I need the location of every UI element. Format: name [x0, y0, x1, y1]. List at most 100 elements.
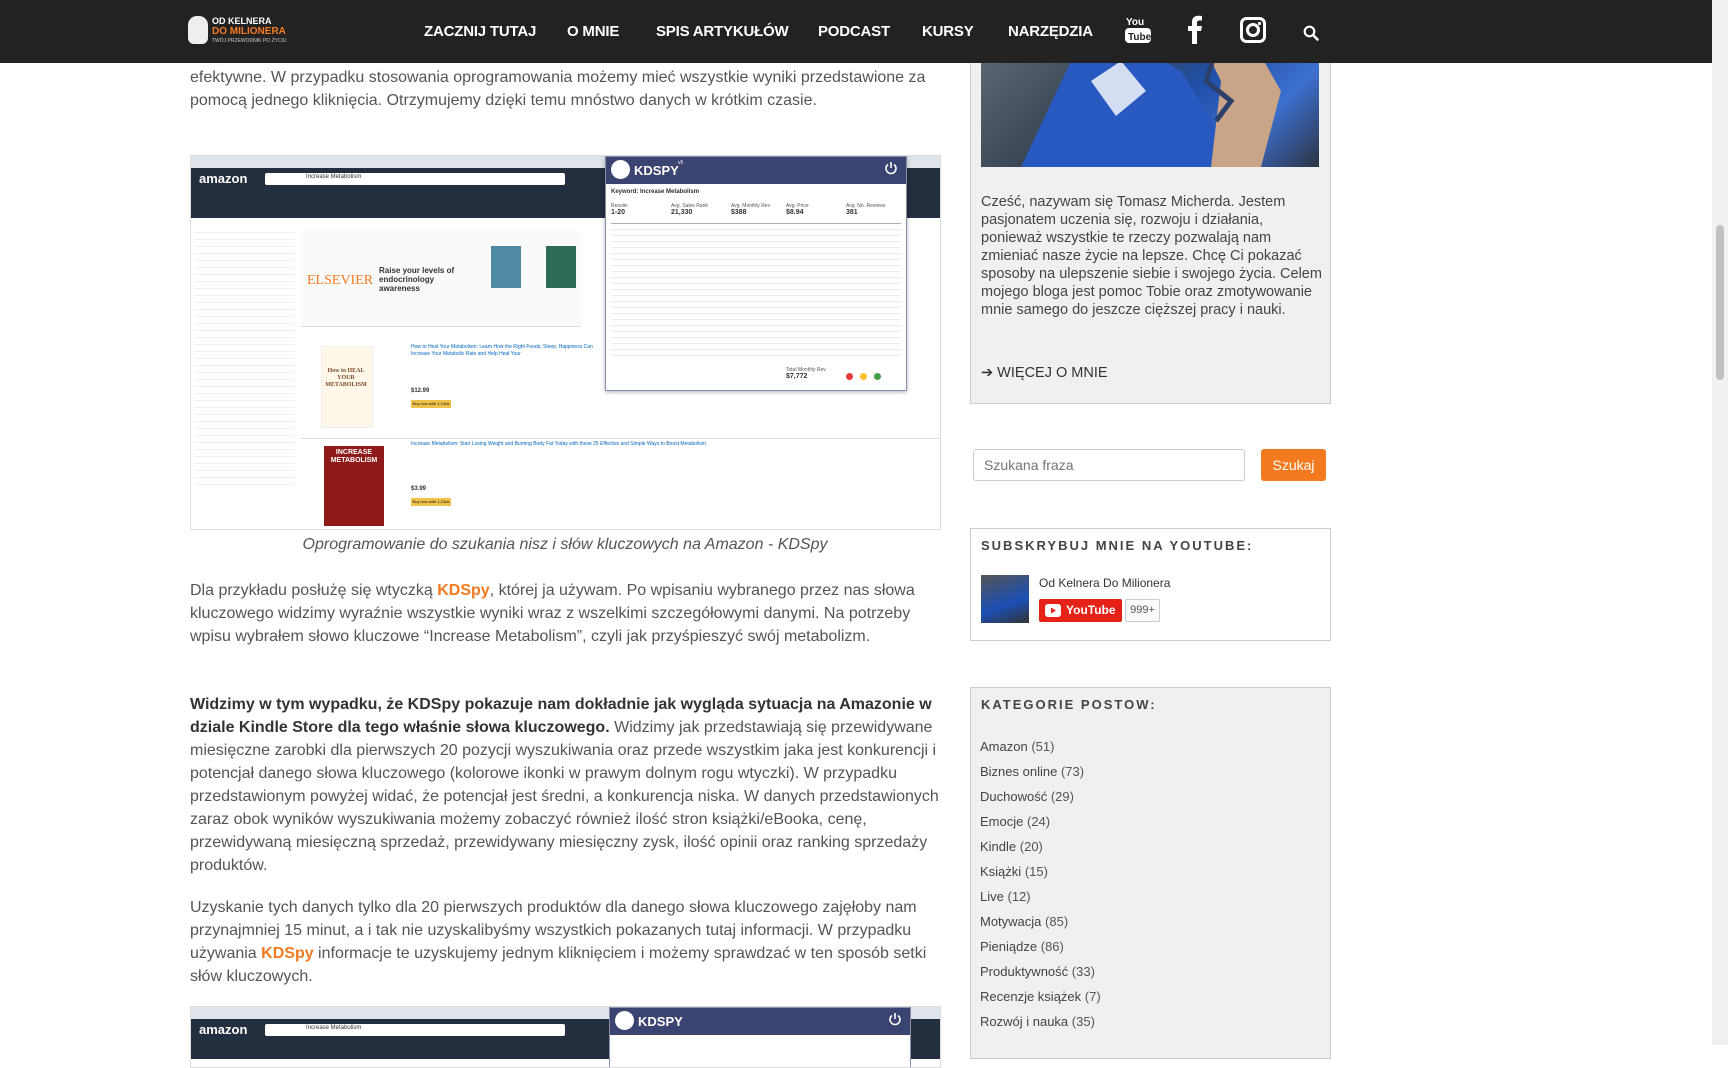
youtube-play-icon — [1045, 604, 1061, 617]
category-name[interactable]: Rozwój i nauka — [980, 1014, 1068, 1029]
kdspy-title: KDSPY — [634, 163, 679, 178]
channel-avatar[interactable] — [981, 575, 1029, 623]
logo-face-icon — [188, 16, 208, 44]
category-name[interactable]: Emocje — [980, 814, 1023, 829]
search-icon[interactable] — [1303, 25, 1319, 46]
youtube-button-label: YouTube — [1066, 603, 1116, 617]
stat-value: 1-20 — [611, 209, 626, 216]
category-name[interactable]: Amazon — [980, 739, 1028, 754]
book-price-increase-metabolism: $3.99 — [411, 486, 427, 492]
category-name[interactable]: Duchowość — [980, 789, 1047, 804]
amazon-filters-sidebar — [195, 226, 295, 486]
article-paragraph-3: Uzyskanie tych danych tylko dla 20 pierw… — [190, 896, 940, 988]
elsevier-logo: ELSEVIER — [307, 273, 374, 288]
kdspy-spy-icon — [615, 1011, 634, 1030]
category-emocje[interactable]: Emocje (24) — [980, 814, 1050, 829]
category-count: (73) — [1060, 764, 1085, 779]
page-scrollbar[interactable] — [1712, 0, 1728, 1045]
kdspy-results-table — [611, 223, 901, 356]
category-ksiazki[interactable]: Książki (15) — [980, 864, 1048, 879]
divider — [301, 438, 940, 439]
sidebar-search-input[interactable] — [973, 449, 1245, 481]
low-indicator-icon — [874, 373, 881, 380]
amazon-search-text: Increase Metabolism — [306, 1025, 362, 1031]
youtube-widget: SUBSKRYBUJ MNIE NA YOUTUBE: Od Kelnera D… — [970, 528, 1331, 641]
stat-value: $8.94 — [786, 209, 804, 216]
buy-now-button: Buy now with 1-Click — [411, 498, 451, 506]
category-name[interactable]: Produktywność — [980, 964, 1068, 979]
category-produktywnosc[interactable]: Produktywność (33) — [980, 964, 1095, 979]
kdspy-title: KDSPY — [638, 1014, 683, 1029]
elsevier-ad-text: Raise your levels of endocrinology aware… — [379, 266, 455, 293]
more-about-me-link[interactable]: ➔ WIĘCEJ O MNIE — [981, 365, 1108, 381]
category-motywacja[interactable]: Motywacja (85) — [980, 914, 1068, 929]
competition-indicator-icon — [846, 373, 853, 380]
kdspy-panel: KDSPY v5 Keyword: Increase Metabolism Re… — [605, 156, 907, 391]
stat-value: $388 — [731, 209, 747, 216]
nav-item-courses[interactable]: KURSY — [922, 23, 974, 40]
book-title-heal-metabolism: How to Heal Your Metabolism: Learn How t… — [411, 344, 593, 357]
category-count: (33) — [1071, 964, 1095, 979]
nav-item-tools[interactable]: NARZĘDZIA — [1008, 23, 1093, 40]
amazon-search-text: Increase Metabolism — [306, 174, 362, 180]
stat-value: 381 — [846, 209, 858, 216]
buy-now-button: Buy now with 1-Click — [411, 400, 451, 408]
sidebar-search-button[interactable]: Szukaj — [1261, 449, 1326, 481]
category-count: (85) — [1045, 914, 1069, 929]
category-count: (51) — [1031, 739, 1055, 754]
logo-text-top: OD KELNERA — [212, 16, 272, 26]
kdspy-link[interactable]: KDSpy — [437, 582, 489, 599]
category-pieniadze[interactable]: Pieniądze (86) — [980, 939, 1064, 954]
amazon-logo: amazon — [199, 171, 248, 186]
categories-heading: KATEGORIE POSTOW: — [981, 697, 1157, 712]
stat-value: 21,330 — [671, 209, 693, 216]
total-rev-value: $7,772 — [786, 373, 808, 380]
category-count: (29) — [1050, 789, 1074, 804]
category-live[interactable]: Live (12) — [980, 889, 1031, 904]
svg-text:Tube: Tube — [1128, 32, 1152, 43]
paragraph-text: Dla przykładu posłużę się wtyczką — [190, 582, 438, 599]
category-biznes-online[interactable]: Biznes online (73) — [980, 764, 1084, 779]
kdspy-link[interactable]: KDSpy — [261, 945, 313, 962]
article-paragraph-2: Widzimy w tym wypadku, że KDSpy pokazuje… — [190, 693, 940, 877]
category-name[interactable]: Motywacja — [980, 914, 1041, 929]
category-name[interactable]: Biznes online — [980, 764, 1057, 779]
ad-book-cover — [491, 246, 521, 288]
nav-item-start[interactable]: ZACZNIJ TUTAJ — [424, 23, 536, 40]
category-count: (12) — [1007, 889, 1031, 904]
kdspy-version: v5 — [678, 160, 684, 166]
youtube-widget-heading: SUBSKRYBUJ MNIE NA YOUTUBE: — [981, 538, 1254, 553]
category-name[interactable]: Live — [980, 889, 1004, 904]
amazon-logo: amazon — [199, 1022, 248, 1037]
kdspy-spy-icon — [611, 160, 630, 179]
nav-item-podcast[interactable]: PODCAST — [818, 23, 890, 40]
category-duchowosc[interactable]: Duchowość (29) — [980, 789, 1074, 804]
kdspy-keyword: Keyword: Increase Metabolism — [611, 189, 700, 195]
nav-item-articles[interactable]: SPIS ARTYKUŁÓW — [656, 23, 789, 40]
category-amazon[interactable]: Amazon (51) — [980, 739, 1054, 754]
kdspy-screenshot: amazon Increase Metabolism ELSEVIER Rais… — [190, 155, 941, 530]
facebook-icon[interactable] — [1186, 14, 1204, 49]
scrollbar-thumb[interactable] — [1716, 225, 1724, 380]
instagram-icon[interactable] — [1240, 17, 1266, 48]
category-rozwoj-i-nauka[interactable]: Rozwój i nauka (35) — [980, 1014, 1095, 1029]
category-count: (7) — [1084, 989, 1101, 1004]
category-name[interactable]: Recenzje książek — [980, 989, 1081, 1004]
nav-item-about[interactable]: O MNIE — [567, 23, 619, 40]
paragraph-text: Widzimy jak przedstawiają się przewidywa… — [190, 719, 939, 874]
category-name[interactable]: Książki — [980, 864, 1021, 879]
logo-text-main: DO MILIONERA — [212, 26, 286, 37]
book-cover-heal-metabolism-text: How to HEAL YOUR METABOLISM — [325, 368, 367, 388]
category-name[interactable]: Kindle — [980, 839, 1016, 854]
youtube-icon[interactable]: You Tube — [1124, 15, 1152, 50]
subscriber-count: 999+ — [1125, 599, 1160, 622]
power-icon — [888, 1012, 902, 1031]
site-logo[interactable]: OD KELNERA DO MILIONERA TWÓJ PRZEWODNIK … — [188, 14, 286, 48]
category-name[interactable]: Pieniądze — [980, 939, 1037, 954]
kdspy-screenshot-2: amazon Increase Metabolism KDSPY — [190, 1006, 941, 1068]
youtube-subscribe-button[interactable]: YouTube — [1039, 599, 1122, 622]
book-price-heal-metabolism: $12.99 — [411, 388, 430, 394]
category-recenzje-ksiazek[interactable]: Recenzje książek (7) — [980, 989, 1101, 1004]
category-count: (15) — [1024, 864, 1048, 879]
category-kindle[interactable]: Kindle (20) — [980, 839, 1043, 854]
